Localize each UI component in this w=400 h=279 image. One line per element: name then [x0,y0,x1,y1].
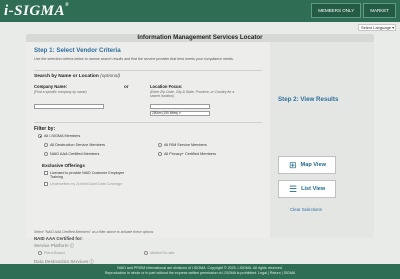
footer: NAID and PRISM International are divisio… [0,264,400,279]
exclusive-offerings-title: Exclusive Offerings [42,163,85,168]
company-name-label: Company Name: [34,84,68,89]
radio-all-members[interactable]: All i-SIGMA Members [38,134,80,138]
step1-title: Step 1: Select Vendor Criteria [34,47,121,54]
radius-select[interactable]: 250km (155 Miles) ▾ [150,111,210,116]
footer-legal: Reproduction in whole or in part without… [104,271,296,275]
radio-dot[interactable] [158,143,162,147]
market-button[interactable]: MARKET [363,3,396,18]
radio-dot[interactable] [38,251,42,255]
page-title: Information Management Services Locator [26,34,374,42]
service-platform-heading: Service Platform ⓘ [34,243,74,248]
checkbox-underwritten[interactable]: Underwritten by Zurich/Guard Data Covera… [44,182,126,187]
or-label: or [124,84,129,89]
top-bar: i-SIGMA® MEMBERS ONLY MARKET [0,0,400,22]
checkbox-box[interactable] [44,171,48,176]
radio-dot[interactable] [158,152,162,156]
map-icon: ⊞ [289,159,297,170]
step2-title: Step 2: View Results [278,96,339,103]
criteria-panel: Step 1: Select Vendor Criteria Use the s… [26,42,270,271]
location-focus-hint: (Enter Zip Code, City & State, Province,… [150,90,235,98]
radio-privacy-plus[interactable]: All Privacy+ Certified Members [158,152,216,156]
top-nav: MEMBERS ONLY MARKET [311,3,396,18]
search-heading: Search by Name or Location (optional) [34,74,121,79]
list-view-button[interactable]: ☰ List View [278,180,336,198]
radio-dot[interactable] [44,152,48,156]
location-focus-label: Location Focus: [150,84,183,89]
isigma-logo[interactable]: i-SIGMA® [4,3,69,20]
radio-plant-based[interactable]: Plant-Based [38,251,65,255]
clear-selections-link[interactable]: Clear Selections [290,207,322,212]
results-panel: Step 2: View Results ⊞ Map View ☰ List V… [270,42,374,238]
checkbox-box[interactable] [44,182,48,187]
step1-note: Use the selection criteria below to narr… [34,57,234,61]
checkbox-licensed-training[interactable]: Licensed to provide NAID Customer Employ… [44,171,126,179]
divider [34,122,262,123]
radio-naid-aaa[interactable]: NAID AAA Certified Members [44,152,99,156]
list-icon: ☰ [289,183,298,194]
radio-all-destruction[interactable]: All Destruction Service Members [44,143,105,147]
filter-by-title: Filter by: [34,126,56,132]
radio-dot[interactable] [38,134,42,138]
members-only-button[interactable]: MEMBERS ONLY [311,3,362,18]
divider [34,70,262,71]
company-name-hint: (Find a specific company by name) [34,90,87,94]
aaa-options-hint: Select "NAID AAA Certified Members" as a… [34,230,154,234]
certified-for-label: NAID AAA Certified for: [34,236,83,241]
location-input[interactable] [150,104,210,109]
radio-dot[interactable] [144,251,148,255]
radio-mobile-onsite[interactable]: Mobile/On-site [144,251,174,255]
radio-dot[interactable] [44,143,48,147]
language-select[interactable]: Select Language ▾ [358,24,396,31]
map-view-button[interactable]: ⊞ Map View [278,156,336,174]
company-name-input[interactable] [34,104,104,109]
radio-all-rim[interactable]: All RIM Service Members [158,143,207,147]
